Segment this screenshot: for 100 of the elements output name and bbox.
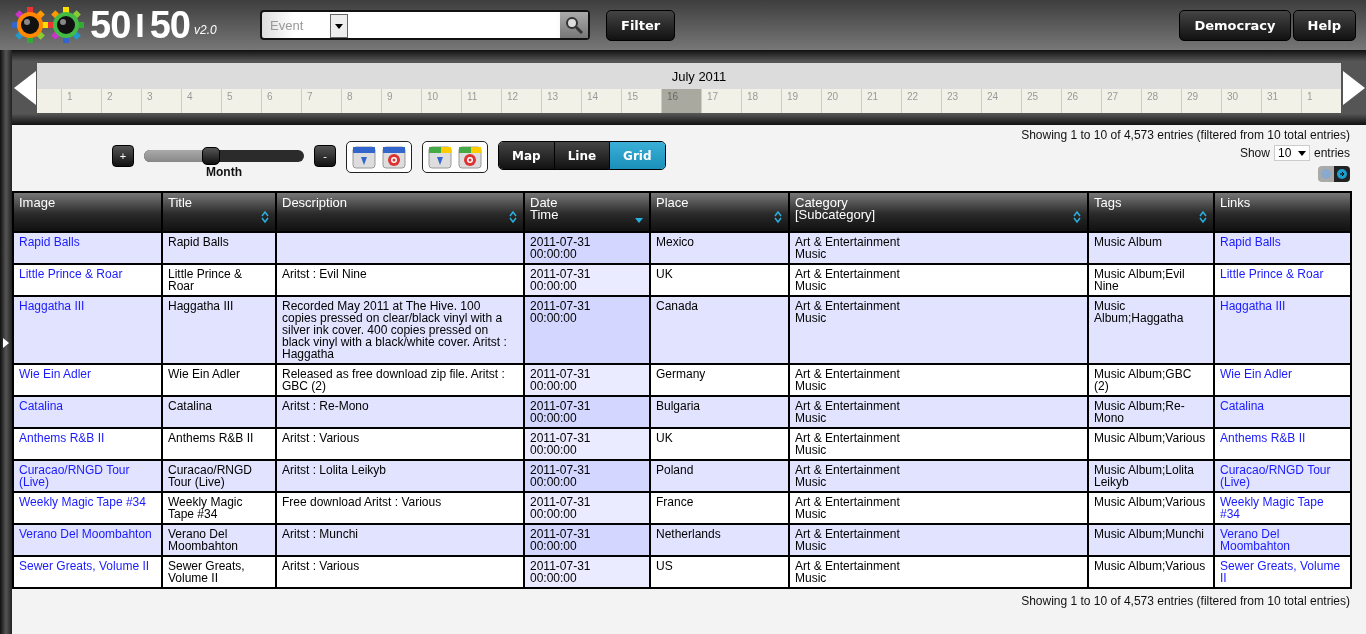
search-field[interactable]: Event [260,10,590,40]
day-cell[interactable]: 1 [61,88,101,113]
title-link[interactable]: Haggatha III [19,300,156,312]
calendar-icon[interactable] [427,144,453,170]
entries-label: entries [1313,146,1350,160]
next-page-button[interactable] [1334,166,1350,182]
day-cell[interactable]: 1 [1301,88,1341,113]
day-cell[interactable]: 19 [781,88,821,113]
logo-text: 50 [149,3,190,47]
logo-text: 50 [90,3,131,47]
day-cell[interactable]: 24 [981,88,1021,113]
table-cell: 2011-07-31 00:00:00 [530,495,591,521]
title-link[interactable]: Haggatha III [1220,300,1345,312]
day-cell[interactable]: 2 [101,88,141,113]
dropdown-button[interactable] [330,14,348,38]
filter-button[interactable]: Filter [606,9,676,41]
day-cell[interactable]: 18 [741,88,781,113]
day-cell[interactable]: 5 [221,88,261,113]
table-cell: 2011-07-31 00:00:00 [530,235,591,261]
day-cell[interactable]: 6 [261,88,301,113]
month-label: July 2011 [671,68,727,84]
table-cell: Netherlands [656,527,721,541]
view-tab[interactable]: Map [499,142,554,169]
sort-icon [261,211,269,223]
day-cell[interactable]: 7 [301,88,341,113]
column-header[interactable]: Place [650,192,789,232]
day-cell[interactable]: 8 [341,88,381,113]
zoom-out-button[interactable]: - [314,145,336,167]
table-cell: Aritst : Re-Mono [282,399,369,413]
day-cell[interactable]: 29 [1181,88,1221,113]
table-cell: Aritst : Munchi [282,527,359,541]
column-header[interactable]: Tags [1088,192,1214,232]
table-cell: Bulgaria [656,399,701,413]
nav-button[interactable]: Democracy [1179,9,1291,41]
table-cell: Music Album [1094,235,1163,249]
table-cell: Art & Entertainment Music [795,495,900,521]
table-cell: Art & Entertainment Music [795,559,900,585]
sort-icon [1073,211,1081,223]
day-cell[interactable]: 16 [661,88,701,113]
page-size-select[interactable]: 10 [1273,145,1310,161]
day-cell[interactable]: 22 [901,88,941,113]
table-cell: Music Album;Various [1094,495,1206,509]
table-cell: Canada [656,299,699,313]
search-button[interactable] [560,12,588,38]
column-header: Links [1214,192,1351,232]
view-tab[interactable]: Grid [609,142,665,169]
table-cell: Catalina [168,399,213,413]
nav-button[interactable]: Help [1292,9,1356,41]
day-cell[interactable]: 13 [541,88,581,113]
table-cell: Rapid Balls [168,235,229,249]
day-cell[interactable]: 3 [141,88,181,113]
column-header[interactable]: Title [162,192,276,232]
table-cell: France [656,495,694,509]
table-cell: Art & Entertainment Music [795,267,900,293]
day-cell[interactable]: 12 [501,88,541,113]
zoom-slider[interactable] [144,150,304,162]
sort-icon [509,211,517,223]
table-cell: Aritst : Lolita Leikyb [282,463,387,477]
table-cell: Curacao/RNGD Tour (Live) [168,463,253,489]
entries-info: Showing 1 to 10 of 4,573 entries (filtered from 10 total entries) [1021,594,1350,608]
calendar-icon[interactable] [457,144,483,170]
table-cell: Art & Entertainment Music [795,367,900,393]
calendar-icon[interactable] [351,144,377,170]
table-cell: 2011-07-31 00:00:00 [530,367,591,393]
day-cell[interactable]: 26 [1061,88,1101,113]
day-cell[interactable]: 9 [381,88,421,113]
day-cell[interactable]: 25 [1021,88,1061,113]
table-cell: Music Album;Various [1094,559,1206,573]
day-cell[interactable]: 23 [941,88,981,113]
caret-icon [1297,150,1306,156]
search-icon [565,16,583,34]
category-dropdown[interactable]: Event [262,12,348,38]
column-header[interactable]: Description [276,192,524,232]
day-cell[interactable]: 27 [1101,88,1141,113]
day-cell[interactable]: 17 [701,88,741,113]
slider-thumb[interactable] [202,147,221,165]
day-cell[interactable]: 28 [1141,88,1181,113]
day-cell[interactable]: 21 [861,88,901,113]
table-cell: Anthems R&B II [168,431,254,445]
table-cell: 2011-07-31 00:00:00 [530,527,591,553]
calendar-target-icon[interactable] [381,144,407,170]
day-cell[interactable]: 31 [1261,88,1301,113]
left-arrow-icon [13,70,36,105]
day-cell[interactable]: 14 [581,88,621,113]
column-header[interactable]: Date Time [524,192,650,232]
entries-info: Showing 1 to 10 of 4,573 entries (filtered from 10 total entries) [1021,128,1350,142]
view-tab[interactable]: Line [553,142,610,169]
logo-divider: I [135,5,145,45]
day-cell[interactable]: 20 [821,88,861,113]
table-cell: Poland [656,463,694,477]
day-cell[interactable]: 30 [1221,88,1261,113]
day-cell[interactable]: 11 [461,88,501,113]
zoom-in-button[interactable]: + [112,145,134,167]
table-cell: Music Album;Various [1094,431,1206,445]
day-cell[interactable]: 10 [421,88,461,113]
column-header[interactable]: Category [Subcategory] [789,192,1088,232]
day-cell[interactable]: 4 [181,88,221,113]
slider-label: Month [206,165,242,179]
sort-icon [774,211,782,223]
table-cell: US [656,559,673,573]
